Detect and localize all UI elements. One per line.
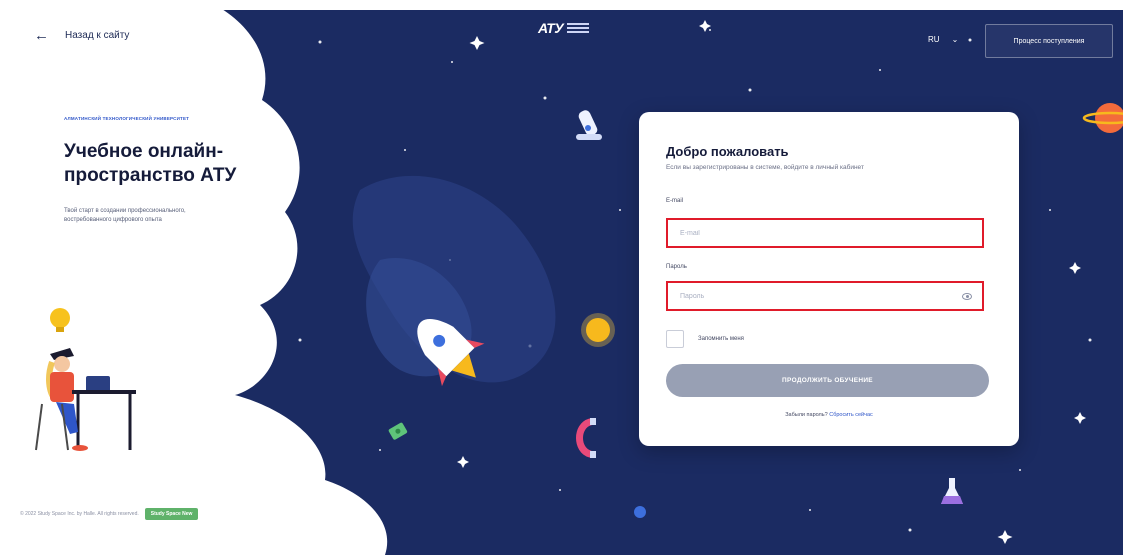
email-field[interactable] [678, 228, 972, 238]
language-selector[interactable]: RU ⌄ [928, 35, 958, 44]
password-field-wrapper [666, 281, 984, 311]
forgot-password-text: Забыли пароль? [785, 412, 828, 418]
reset-password-link[interactable]: Сбросить сейчас [829, 412, 873, 418]
remember-me: Запомнить меня [666, 330, 744, 348]
footer: © 2022 Study Space Inc. by Halle. All ri… [20, 508, 199, 520]
footer-badge[interactable]: Study Space New [144, 508, 199, 520]
password-field[interactable] [678, 291, 962, 301]
sun-icon [581, 313, 615, 347]
forgot-password: Забыли пароль? Сбросить сейчас [639, 412, 1019, 418]
password-label: Пароль [666, 264, 687, 270]
logo-tagline [567, 23, 590, 33]
left-panel: ← Назад к сайту Алматинский технологичес… [0, 0, 420, 555]
remember-me-label: Запомнить меня [698, 336, 744, 342]
back-to-site-label: Назад к сайту [65, 30, 130, 41]
login-title: Добро пожаловать [666, 144, 789, 159]
email-field-wrapper [666, 218, 984, 248]
page-title: Учебное онлайн-пространство АТУ [64, 141, 237, 186]
chevron-down-icon: ⌄ [951, 35, 959, 44]
admission-process-button[interactable]: Процесс поступления [985, 24, 1113, 58]
back-to-site-link[interactable]: ← Назад к сайту [34, 26, 130, 44]
university-name: Алматинский технологический университет [64, 116, 190, 121]
login-page: ← Назад к сайту Алматинский технологичес… [0, 0, 1123, 555]
remember-me-checkbox[interactable] [666, 330, 684, 348]
page-subtitle: Твой старт в создании профессионального,… [64, 208, 186, 223]
email-label: E-mail [666, 198, 684, 204]
login-card: Добро пожаловать Если вы зарегистрирован… [639, 112, 1019, 446]
language-label: RU [928, 35, 940, 44]
logo-mark: АТУ [538, 20, 564, 36]
copyright-text: © 2022 Study Space Inc. by Halle. All ri… [20, 511, 139, 517]
login-subtitle: Если вы зарегистрированы в системе, войд… [666, 164, 864, 171]
atu-logo[interactable]: АТУ [538, 20, 590, 36]
arrow-left-icon: ← [34, 26, 49, 44]
eye-icon[interactable] [962, 292, 972, 300]
continue-button[interactable]: ПРОДОЛЖИТЬ ОБУЧЕНИЕ [666, 364, 989, 397]
student-illustration [35, 308, 136, 451]
